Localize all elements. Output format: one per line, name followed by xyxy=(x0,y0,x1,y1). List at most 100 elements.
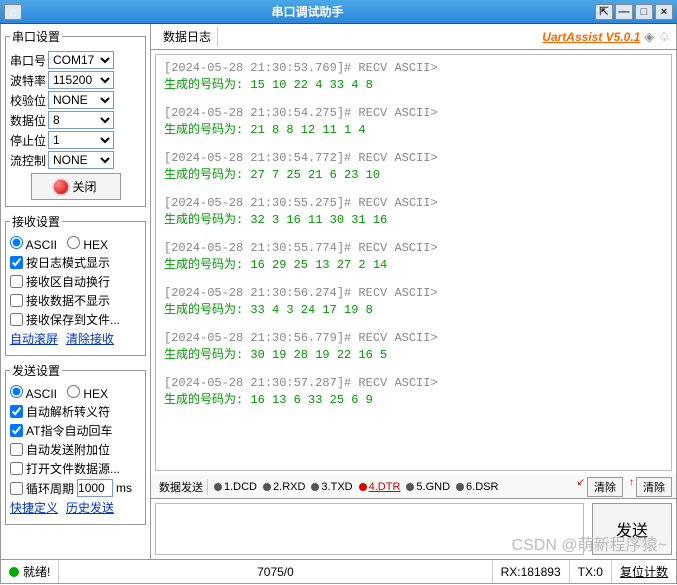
recv-autowrap-check[interactable] xyxy=(10,275,23,288)
recv-logmode-check[interactable] xyxy=(10,256,23,269)
baud-label: 波特率 xyxy=(10,72,48,89)
send-hex-radio[interactable]: HEX xyxy=(67,385,108,401)
status-reset[interactable]: 复位计数 xyxy=(620,563,668,580)
signal-dot-icon xyxy=(214,483,222,491)
signal-4.DTR[interactable]: 4.DTR xyxy=(359,481,401,493)
send-cycle-check[interactable] xyxy=(10,482,23,495)
flow-select[interactable]: NONE xyxy=(48,151,114,169)
send-textarea[interactable] xyxy=(155,503,584,555)
clear-arrow2-icon: ↑ xyxy=(629,477,634,497)
send-button[interactable]: 发送 xyxy=(592,503,672,555)
send-header: 数据发送 1.DCD 2.RXD 3.TXD 4.DTR 5.GND 6.DSR ↙ 清除… xyxy=(151,475,676,499)
pin-button[interactable]: ⇱ xyxy=(595,4,613,20)
statusbar: 就绪! 7075/0 RX:181893 TX:0 复位计数 xyxy=(0,560,677,584)
log-message: 生成的号码为: 32 3 16 11 30 31 16 xyxy=(164,210,663,227)
signal-5.GND[interactable]: 5.GND xyxy=(406,481,450,493)
signal-1.DCD[interactable]: 1.DCD xyxy=(214,481,257,493)
signal-label: 1.DCD xyxy=(224,481,257,493)
log-area[interactable]: [2024-05-28 21:30:53.769]# RECV ASCII>生成… xyxy=(155,54,672,471)
quick-define-link[interactable]: 快捷定义 xyxy=(10,499,58,516)
log-timestamp: [2024-05-28 21:30:57.287]# RECV ASCII> xyxy=(164,376,663,390)
port-settings-legend: 串口设置 xyxy=(10,28,62,45)
signal-dot-icon xyxy=(406,483,414,491)
close-window-button[interactable]: × xyxy=(655,4,673,20)
stopbits-label: 停止位 xyxy=(10,132,48,149)
cycle-input[interactable] xyxy=(77,479,113,497)
baud-select[interactable]: 115200 xyxy=(48,71,114,89)
databits-label: 数据位 xyxy=(10,112,48,129)
ready-icon xyxy=(9,567,19,577)
log-message: 生成的号码为: 33 4 3 24 17 19 8 xyxy=(164,300,663,317)
status-dot-icon xyxy=(54,180,68,194)
recv-settings-group: 接收设置 ASCII HEX 按日志模式显示 接收区自动换行 接收数据不显示 接… xyxy=(5,213,146,356)
send-ascii-radio[interactable]: ASCII xyxy=(10,385,57,401)
send-escape-check[interactable] xyxy=(10,405,23,418)
log-tab[interactable]: 数据日志 xyxy=(157,26,218,47)
signal-label: 4.DTR xyxy=(369,481,401,493)
log-message: 生成的号码为: 16 29 25 13 27 2 14 xyxy=(164,255,663,272)
send-openfile-check[interactable] xyxy=(10,462,23,475)
recv-ascii-radio[interactable]: ASCII xyxy=(10,236,57,252)
recv-nodisp-check[interactable] xyxy=(10,294,23,307)
log-timestamp: [2024-05-28 21:30:55.275]# RECV ASCII> xyxy=(164,196,663,210)
signal-6.DSR[interactable]: 6.DSR xyxy=(456,481,498,493)
log-timestamp: [2024-05-28 21:30:55.774]# RECV ASCII> xyxy=(164,241,663,255)
titlebar: ⌂ 串口调试助手 ⇱ — □ × xyxy=(0,0,677,24)
send-settings-group: 发送设置 ASCII HEX 自动解析转义符 AT指令自动回车 自动发送附加位 … xyxy=(5,362,146,525)
signal-dot-icon xyxy=(311,483,319,491)
status-ready: 就绪! xyxy=(23,563,50,580)
send-at-check[interactable] xyxy=(10,424,23,437)
log-timestamp: [2024-05-28 21:30:56.779]# RECV ASCII> xyxy=(164,331,663,345)
flow-label: 流控制 xyxy=(10,152,48,169)
maximize-button[interactable]: □ xyxy=(635,4,653,20)
status-center: 7075/0 xyxy=(257,565,294,579)
brand-label[interactable]: UartAssist V5.0.1 xyxy=(542,30,640,44)
signal-dot-icon xyxy=(263,483,271,491)
port-settings-group: 串口设置 串口号COM17 #S1 波特率115200 校验位NONE 数据位8… xyxy=(5,28,146,207)
signal-label: 6.DSR xyxy=(466,481,498,493)
signal-label: 2.RXD xyxy=(273,481,305,493)
log-message: 生成的号码为: 27 7 25 21 6 23 10 xyxy=(164,165,663,182)
log-timestamp: [2024-05-28 21:30:56.274]# RECV ASCII> xyxy=(164,286,663,300)
diamond-icon[interactable]: ◈ xyxy=(644,29,654,45)
window-title: 串口调试助手 xyxy=(22,3,593,20)
signal-2.RXD[interactable]: 2.RXD xyxy=(263,481,305,493)
status-rx: RX:181893 xyxy=(501,565,561,579)
log-timestamp: [2024-05-28 21:30:53.769]# RECV ASCII> xyxy=(164,61,663,75)
log-message: 生成的号码为: 16 13 6 33 25 6 9 xyxy=(164,390,663,407)
log-message: 生成的号码为: 21 8 8 12 11 1 4 xyxy=(164,120,663,137)
signal-label: 5.GND xyxy=(416,481,450,493)
log-timestamp: [2024-05-28 21:30:54.772]# RECV ASCII> xyxy=(164,151,663,165)
stopbits-select[interactable]: 1 xyxy=(48,131,114,149)
log-header: 数据日志 UartAssist V5.0.1 ◈ ♤ xyxy=(151,24,676,50)
close-port-button[interactable]: 关闭 xyxy=(31,173,121,200)
menu-icon[interactable]: ⌂ xyxy=(4,4,22,20)
bell-icon[interactable]: ♤ xyxy=(658,29,670,45)
left-panel: 串口设置 串口号COM17 #S1 波特率115200 校验位NONE 数据位8… xyxy=(1,24,151,559)
databits-select[interactable]: 8 xyxy=(48,111,114,129)
clear-send-button-2[interactable]: 清除 xyxy=(636,477,672,497)
signal-dot-icon xyxy=(359,483,367,491)
port-label: 串口号 xyxy=(10,52,48,69)
send-autoappend-check[interactable] xyxy=(10,443,23,456)
port-select[interactable]: COM17 #S1 xyxy=(48,51,114,69)
signal-label: 3.TXD xyxy=(321,481,352,493)
send-tab: 数据发送 xyxy=(155,479,208,495)
log-message: 生成的号码为: 15 10 22 4 33 4 8 xyxy=(164,75,663,92)
recv-hex-radio[interactable]: HEX xyxy=(67,236,108,252)
recv-savefile-check[interactable] xyxy=(10,313,23,326)
clear-recv-link[interactable]: 清除接收 xyxy=(66,330,114,347)
clear-send-button[interactable]: 清除 xyxy=(587,477,623,497)
history-send-link[interactable]: 历史发送 xyxy=(66,499,114,516)
right-panel: 数据日志 UartAssist V5.0.1 ◈ ♤ [2024-05-28 2… xyxy=(151,24,676,559)
send-settings-legend: 发送设置 xyxy=(10,362,62,379)
signal-dot-icon xyxy=(456,483,464,491)
signal-3.TXD[interactable]: 3.TXD xyxy=(311,481,352,493)
minimize-button[interactable]: — xyxy=(615,4,633,20)
parity-label: 校验位 xyxy=(10,92,48,109)
parity-select[interactable]: NONE xyxy=(48,91,114,109)
clear-arrow-icon: ↙ xyxy=(577,477,585,497)
log-timestamp: [2024-05-28 21:30:54.275]# RECV ASCII> xyxy=(164,106,663,120)
auto-scroll-link[interactable]: 自动滚屏 xyxy=(10,330,58,347)
log-message: 生成的号码为: 30 19 28 19 22 16 5 xyxy=(164,345,663,362)
